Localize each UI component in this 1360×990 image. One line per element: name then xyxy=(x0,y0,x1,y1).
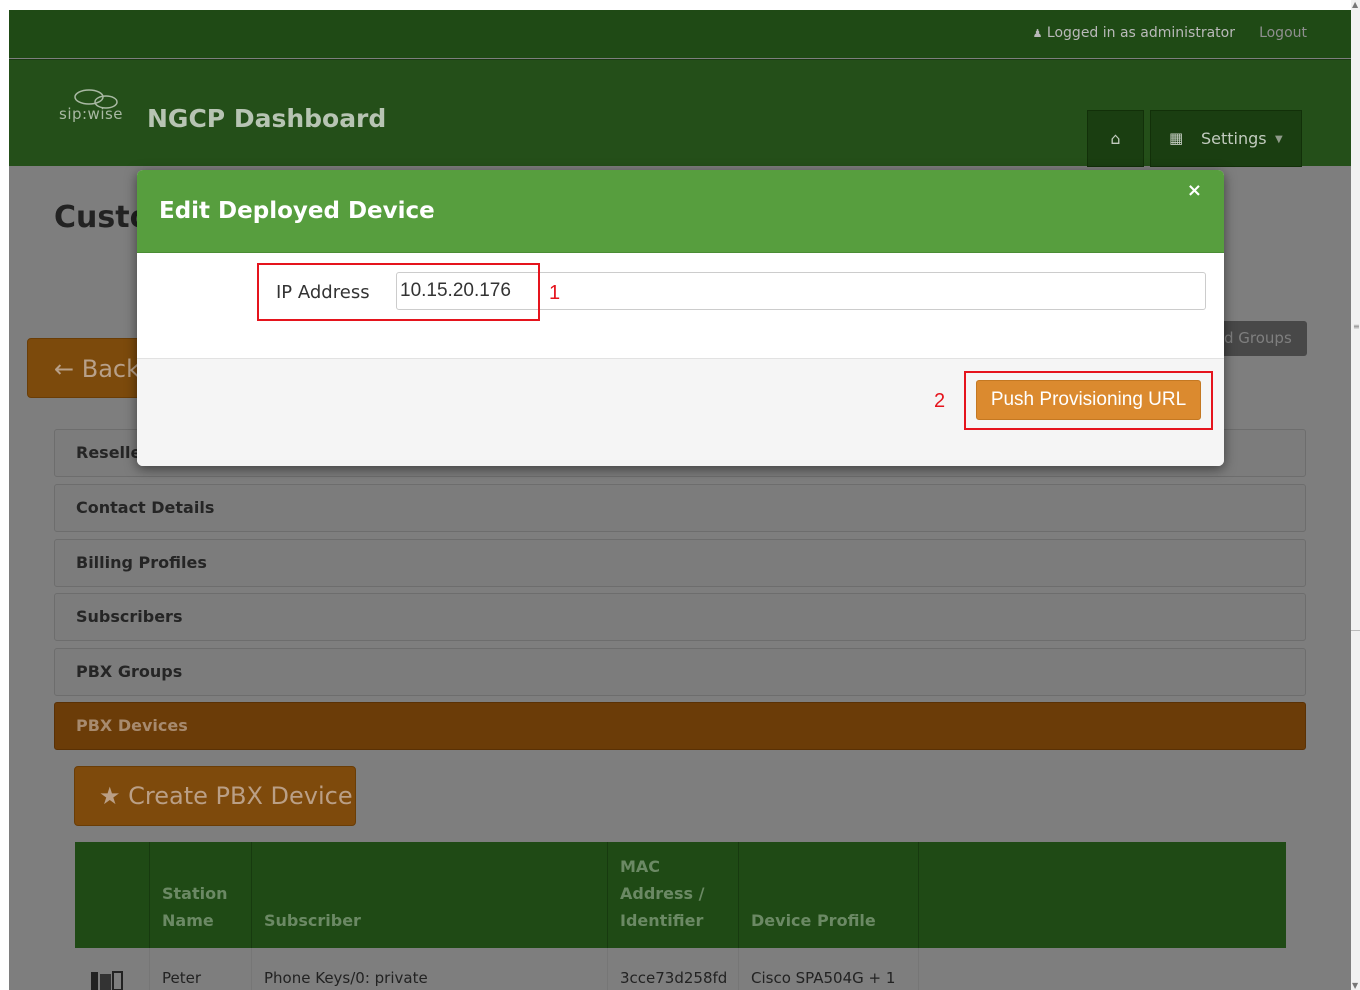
header: sip:wise NGCP Dashboard ⌂ ▦ Settings ▼ xyxy=(9,59,1351,167)
table-header: Station Name Subscriber MAC Address / Id… xyxy=(75,842,1286,948)
star-icon: ★ xyxy=(99,782,121,810)
create-pbx-device-button[interactable]: ★ Create PBX Device xyxy=(74,766,356,826)
groups-button[interactable]: d Groups xyxy=(1214,321,1307,356)
scroll-divider xyxy=(1351,630,1360,631)
device-thumbnail xyxy=(75,948,149,990)
annotation-box-1 xyxy=(257,263,540,321)
grid-icon: ▦ xyxy=(1169,129,1184,147)
settings-label: Settings xyxy=(1201,129,1267,148)
mac-cell: 3cce73d258fd xyxy=(607,948,738,990)
col-header-mac-address[interactable]: MAC Address / Identifier xyxy=(607,842,739,948)
accordion-pbx-devices[interactable]: PBX Devices xyxy=(54,702,1306,750)
modal-title: Edit Deployed Device xyxy=(159,198,435,224)
annotation-label-1: 1 xyxy=(549,282,561,304)
scrollbar[interactable]: ▲ ≡ ▼ xyxy=(1351,0,1360,990)
arrow-left-icon: ← xyxy=(54,355,75,383)
accordion-pbx-groups[interactable]: PBX Groups xyxy=(54,648,1306,696)
sipwise-logo: sip:wise xyxy=(59,89,123,123)
top-bar: ♟ Logged in as administrator Logout xyxy=(9,10,1351,58)
scroll-down-icon[interactable]: ▼ xyxy=(1352,981,1358,990)
page-backdrop: ♟ Logged in as administrator Logout sip:… xyxy=(9,10,1351,990)
station-name-cell: Peter xyxy=(149,948,251,990)
col-header-device-profile[interactable]: Device Profile xyxy=(738,842,919,948)
chevron-down-icon: ▼ xyxy=(1275,134,1283,145)
back-label: Back xyxy=(81,355,141,383)
desk-phone-icon xyxy=(91,971,123,990)
home-button[interactable]: ⌂ xyxy=(1087,110,1144,167)
col-header-actions xyxy=(918,842,1287,948)
logout-link[interactable]: Logout xyxy=(1259,25,1307,41)
col-header-subscriber[interactable]: Subscriber xyxy=(251,842,608,948)
annotation-label-2: 2 xyxy=(934,390,946,412)
subscriber-cell: Phone Keys/0: private xyxy=(251,948,607,990)
logo-bubbles-icon xyxy=(74,89,118,109)
annotation-box-2 xyxy=(964,371,1213,430)
device-profile-cell: Cisco SPA504G + 1 xyxy=(738,948,918,990)
scroll-up-icon[interactable]: ▲ xyxy=(1352,0,1358,9)
actions-cell xyxy=(918,948,1286,990)
accordion-billing-profiles[interactable]: Billing Profiles xyxy=(54,539,1306,587)
back-button[interactable]: ← Back xyxy=(27,338,142,398)
close-icon[interactable]: × xyxy=(1187,180,1202,201)
create-label: Create PBX Device xyxy=(128,782,353,810)
settings-dropdown[interactable]: ▦ Settings ▼ xyxy=(1150,110,1302,167)
home-icon: ⌂ xyxy=(1110,129,1121,148)
logged-in-text: Logged in as administrator xyxy=(1046,25,1235,41)
user-status: ♟ Logged in as administrator xyxy=(1033,25,1235,41)
accordion-subscribers[interactable]: Subscribers xyxy=(54,593,1306,641)
col-header-station-name[interactable]: Station Name xyxy=(149,842,252,948)
user-icon: ♟ xyxy=(1032,27,1043,40)
app-title: NGCP Dashboard xyxy=(147,104,387,133)
modal-header: Edit Deployed Device × xyxy=(137,170,1224,253)
scroll-marker-icon: ≡ xyxy=(1353,322,1360,331)
accordion-contact-details[interactable]: Contact Details xyxy=(54,484,1306,532)
page-title: Custo xyxy=(54,200,151,235)
table-row[interactable]: Peter Phone Keys/0: private 3cce73d258fd… xyxy=(75,948,1286,990)
col-header-icon xyxy=(75,842,149,948)
